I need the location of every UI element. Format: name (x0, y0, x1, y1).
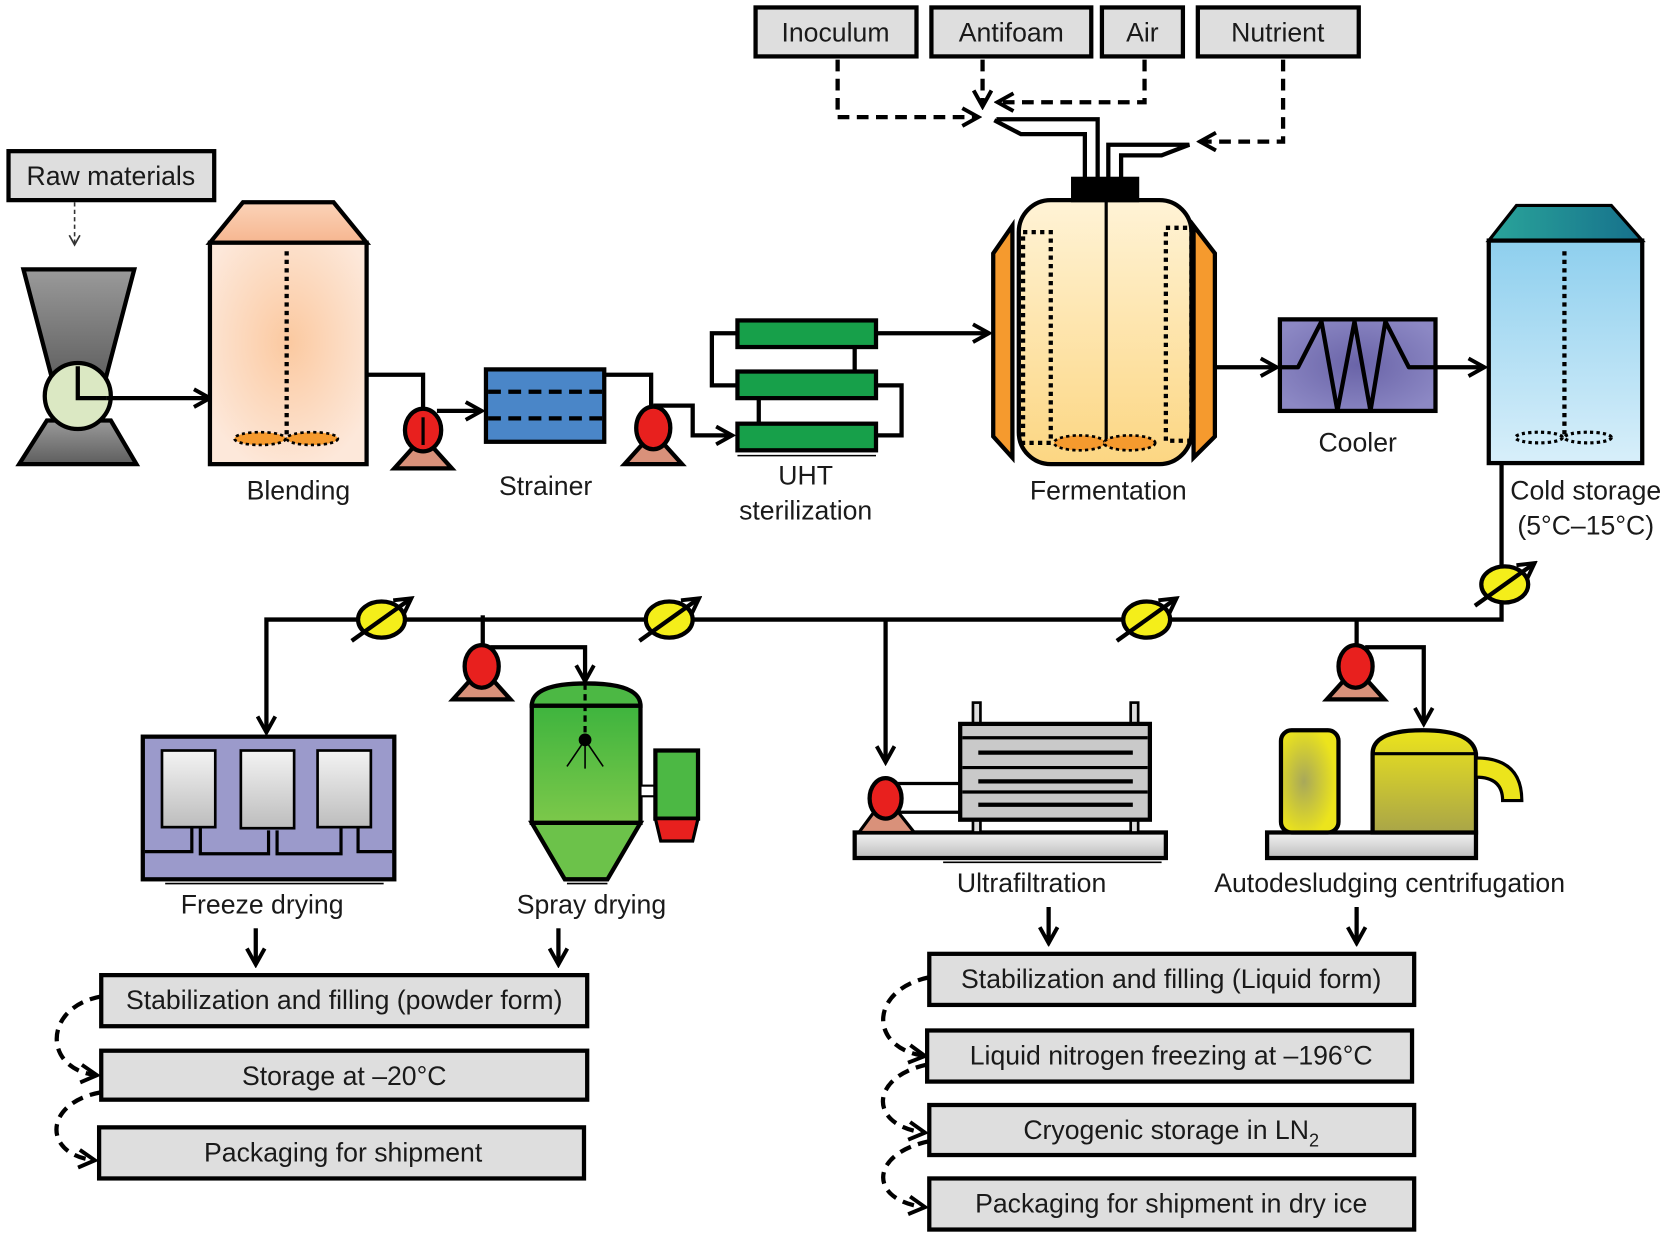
uht-label-line1: UHT (778, 460, 833, 490)
fermenter-icon (991, 176, 1218, 467)
powder-step-box: Storage at –20°C (99, 1048, 590, 1102)
uht-sterilizer-icon (709, 318, 904, 457)
control-valve-icon (638, 598, 699, 643)
liquid-step-box: Liquid nitrogen freezing at –196°C (925, 1028, 1415, 1084)
feeder-hopper-icon (15, 267, 141, 467)
inoculum-label: Inoculum (781, 18, 889, 48)
strainer-label: Strainer (499, 471, 592, 501)
fermenter-inlet-pipes (993, 117, 1191, 181)
liquid-step-label: Liquid nitrogen freezing at –196°C (970, 1041, 1373, 1071)
pump-icon (448, 642, 516, 702)
control-valve-icon (350, 598, 412, 643)
process-diagram: Inoculum Antifoam Air Nutrient Raw mater… (6, 5, 1661, 1232)
control-valve-icon (1115, 598, 1177, 643)
liquid-flow-connector (880, 1062, 927, 1133)
nutrient-label: Nutrient (1231, 18, 1325, 48)
cold-storage-label-line1: Cold storage (1510, 475, 1661, 505)
liquid-step-box: Cryogenic storage in LN2 (927, 1102, 1417, 1158)
cold-storage-label-line2: (5°C–15°C) (1517, 510, 1654, 540)
input-box-nutrient: Nutrient (1195, 5, 1361, 59)
spray-drying-label: Spray drying (517, 889, 666, 919)
subscript-2: 2 (1309, 1131, 1319, 1151)
powder-step-label: Storage at –20°C (242, 1061, 447, 1091)
centrifugation-label: Autodesludging centrifugation (1214, 868, 1565, 898)
blending-label: Blending (247, 475, 351, 505)
powder-step-label: Stabilization and filling (powder form) (126, 985, 563, 1015)
raw-materials-label: Raw materials (26, 161, 195, 191)
pump-icon (619, 404, 687, 467)
input-box-antifoam: Antifoam (929, 5, 1094, 59)
nutrient-feed-line (1200, 59, 1286, 142)
pump-icon (389, 406, 457, 471)
liquid-step-box: Stabilization and filling (Liquid form) (927, 951, 1417, 1008)
ultrafiltration-unit-icon (852, 701, 1168, 864)
control-valve-icon (1473, 563, 1535, 608)
cold-storage-tank-icon (1485, 203, 1646, 466)
powder-step-box: Stabilization and filling (powder form) (99, 972, 590, 1029)
powder-step-label: Packaging for shipment (204, 1137, 483, 1167)
freeze-drying-label: Freeze drying (181, 889, 344, 919)
cooler-label: Cooler (1318, 427, 1397, 457)
ultrafiltration-label: Ultrafiltration (957, 868, 1106, 898)
freeze-dryer-icon (140, 734, 397, 885)
input-box-air: Air (1099, 5, 1186, 59)
centrifuge-icon (1264, 728, 1524, 861)
spray-dryer-icon (528, 681, 701, 885)
liquid-step-box: Packaging for shipment in dry ice (927, 1176, 1417, 1232)
air-feed-line (997, 59, 1147, 103)
input-box-raw-materials: Raw materials (6, 149, 217, 203)
powder-flow-connector (54, 994, 102, 1075)
liquid-step-label: Stabilization and filling (Liquid form) (961, 964, 1381, 994)
uht-label-line2: sterilization (739, 496, 872, 526)
air-label: Air (1126, 18, 1159, 48)
inoculum-feed-line (835, 59, 979, 117)
liquid-flow-connector (881, 1139, 930, 1207)
pump-icon (1321, 642, 1390, 702)
fermentation-label: Fermentation (1030, 475, 1187, 505)
liquid-flow-connector (881, 975, 930, 1056)
pump-to-spray-dryer-line (490, 645, 585, 681)
powder-step-box: Packaging for shipment (96, 1125, 587, 1181)
blending-tank-icon (205, 200, 372, 467)
input-box-inoculum: Inoculum (753, 5, 919, 59)
strainer-icon (483, 367, 607, 444)
powder-flow-connector (54, 1090, 102, 1160)
liquid-step-label: Packaging for shipment in dry ice (975, 1189, 1367, 1219)
antifoam-label: Antifoam (959, 18, 1064, 48)
cooler-heat-exchanger-icon (1277, 317, 1438, 414)
liquid-step-label-text: Cryogenic storage in LN (1023, 1115, 1309, 1145)
